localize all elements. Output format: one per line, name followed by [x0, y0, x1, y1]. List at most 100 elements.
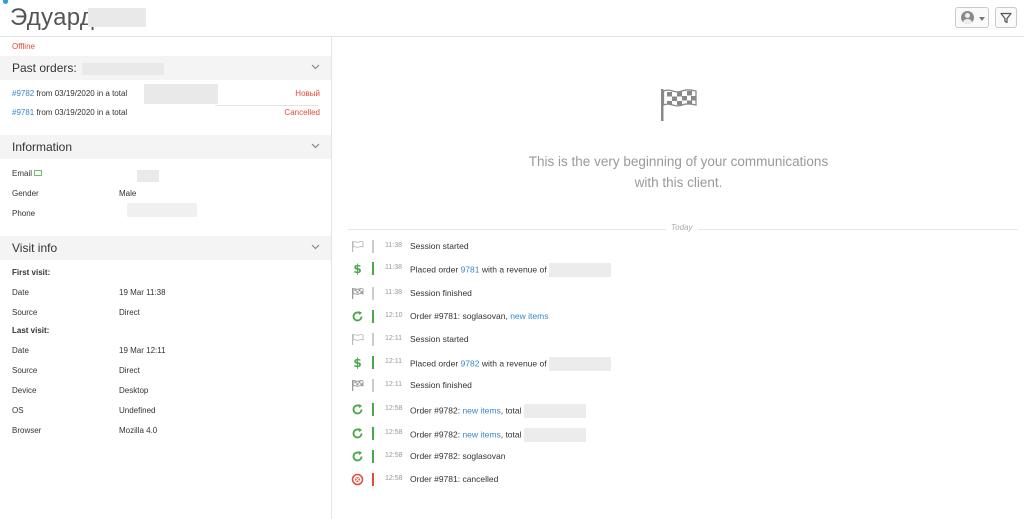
info-row-email: Email — [12, 169, 322, 182]
event-marker-bar — [372, 379, 374, 392]
event-marker-bar — [372, 240, 374, 253]
redacted-order-total — [144, 84, 218, 104]
event-marker-bar — [372, 333, 374, 346]
visit-row: Date 19 Mar 12:11 — [12, 346, 322, 358]
event-text-part: Order #9781: cancelled — [410, 474, 499, 484]
filter-button[interactable] — [995, 7, 1017, 28]
event-text: Session started — [410, 241, 469, 251]
event-time: 12:10 — [385, 312, 403, 319]
flag-checkered-icon — [351, 287, 364, 300]
info-key: Phone — [12, 209, 36, 218]
timeline-event: $12:11 Placed order 9782 with a revenue o… — [348, 356, 1018, 371]
order-link[interactable]: #9781 — [12, 108, 34, 117]
event-link[interactable]: 9781 — [461, 264, 480, 274]
visit-row: Browser Mozilla 4.0 — [12, 426, 322, 438]
info-value: Direct — [119, 366, 140, 375]
event-text-part: Order #9782: — [410, 429, 463, 440]
event-time: 11:38 — [385, 289, 402, 296]
order-link[interactable]: #9782 — [12, 89, 34, 98]
info-value: Mozilla 4.0 — [119, 426, 158, 435]
event-text: Order #9782: soglasovan — [410, 451, 505, 461]
timeline-event: 12:11 Session finished — [348, 379, 1018, 393]
info-value: Undefined — [119, 406, 156, 415]
event-text-part: Order #9781: soglasovan, — [410, 311, 511, 321]
visit-row: Source Direct — [12, 366, 322, 378]
visit-info-header[interactable]: Visit info — [0, 236, 331, 260]
info-key: Date — [12, 346, 29, 355]
redacted-amount — [548, 357, 611, 371]
info-key: Gender — [12, 189, 39, 198]
event-link[interactable]: new items — [462, 429, 500, 439]
information-header[interactable]: Information — [0, 135, 331, 159]
visit-row: Date 19 Mar 11:38 — [12, 288, 322, 300]
event-text-part: Placed order — [410, 264, 461, 275]
refresh-icon — [351, 310, 364, 323]
flag-outline-icon — [351, 240, 364, 253]
info-key: Source — [12, 366, 38, 375]
event-text-part: with a revenue of — [479, 264, 547, 275]
event-marker-bar — [372, 287, 374, 300]
event-link[interactable]: 9782 — [461, 358, 480, 368]
client-name: Эдуард — [10, 4, 95, 31]
redacted-phone — [127, 203, 197, 217]
empty-state-message: This is the very beginning of your commu… — [333, 151, 1024, 193]
info-value: 19 Mar 12:11 — [119, 346, 166, 355]
divider — [215, 105, 319, 106]
past-orders-header[interactable]: Past orders: — [0, 56, 331, 80]
client-status: Offline — [12, 42, 35, 51]
visit-row: OS Undefined — [12, 406, 322, 418]
event-marker-bar — [372, 450, 374, 463]
user-avatar-icon — [961, 11, 974, 24]
visit-row: Source Direct — [12, 308, 322, 320]
past-orders-title: Past orders: — [12, 61, 77, 75]
refresh-icon — [351, 427, 364, 440]
logo-mark — [3, 0, 8, 4]
svg-text:$: $ — [353, 262, 361, 275]
dollar-icon: $ — [351, 356, 364, 370]
event-text: Session started — [410, 334, 469, 344]
dollar-icon: $ — [351, 262, 364, 276]
redacted-amount — [523, 428, 586, 442]
chevron-down-icon[interactable] — [311, 64, 320, 70]
flag-checkered-icon — [351, 379, 364, 392]
first-visit-label: First visit: — [12, 268, 322, 280]
checkered-flag-icon — [661, 89, 697, 121]
chevron-down-icon[interactable] — [311, 143, 320, 149]
timeline-event: $11:38 Placed order 9781 with a revenue o… — [348, 262, 1018, 277]
order-description: from 03/19/2020 in a total — [34, 108, 128, 117]
empty-state-line: This is the very beginning of your commu… — [528, 154, 829, 169]
event-marker-bar — [372, 403, 374, 416]
info-key: OS — [12, 406, 24, 415]
info-row-gender: Gender Male — [12, 189, 322, 201]
info-value: Male — [119, 189, 137, 198]
order-status: Cancelled — [284, 108, 320, 117]
filter-icon — [1000, 12, 1012, 24]
event-text: Placed order 9782 with a revenue of — [410, 357, 611, 371]
event-link[interactable]: new items — [462, 405, 500, 415]
event-text-part: Session started — [410, 241, 469, 251]
last-visit-label: Last visit: — [12, 326, 322, 338]
subsection-label: Last visit: — [12, 326, 50, 335]
event-time: 12:58 — [385, 475, 403, 482]
event-time: 11:38 — [385, 264, 402, 271]
event-text: Session finished — [410, 288, 472, 298]
mail-icon — [34, 170, 43, 176]
event-text-part: Order #9782: — [410, 405, 463, 416]
user-menu-button[interactable] — [955, 7, 989, 28]
event-link[interactable]: new items — [510, 311, 548, 321]
event-marker-bar — [372, 310, 374, 323]
info-key: Source — [12, 308, 38, 317]
event-text-part: Session started — [410, 334, 469, 344]
timeline-event: 11:38 Session started — [348, 240, 1018, 254]
redacted-orders-count — [82, 63, 164, 75]
order-row: #9782 from 03/19/2020 in a total Новый — [12, 84, 320, 104]
event-text: Session finished — [410, 380, 472, 390]
event-time: 12:58 — [385, 452, 403, 459]
info-key: Email — [12, 169, 33, 178]
chevron-down-icon[interactable] — [311, 244, 320, 250]
subsection-label: First visit: — [12, 268, 51, 277]
event-time: 12:11 — [385, 381, 402, 388]
information-title: Information — [12, 140, 73, 154]
chevron-down-icon — [979, 17, 985, 21]
event-text: Order #9781: cancelled — [410, 474, 498, 484]
